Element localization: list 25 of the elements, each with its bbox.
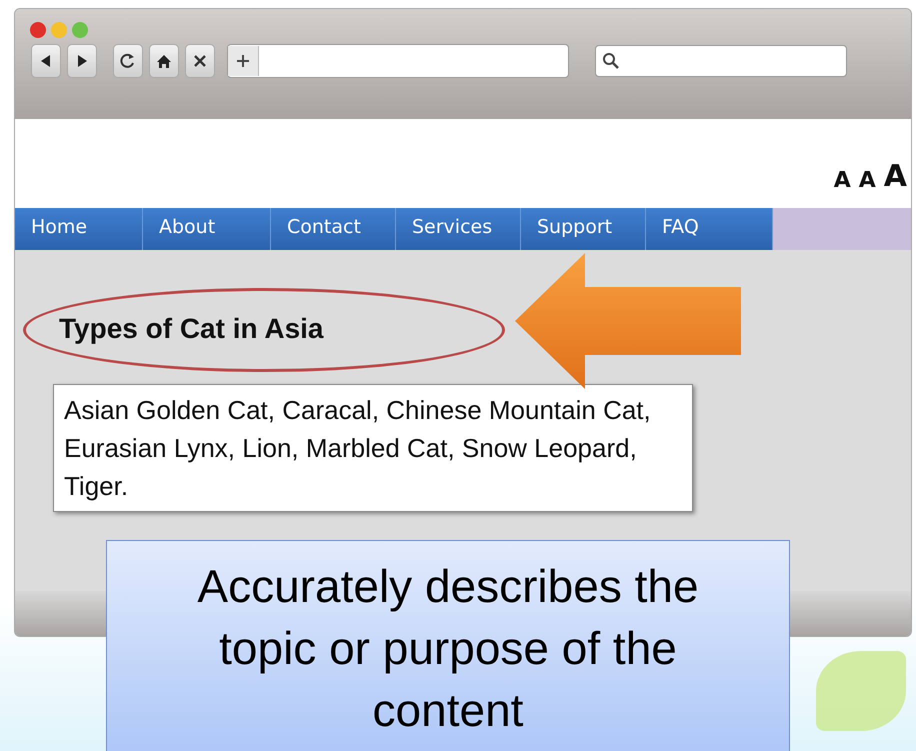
nav-tab[interactable]: Home	[15, 208, 143, 250]
close-light-icon[interactable]	[30, 22, 46, 38]
home-icon	[156, 53, 172, 69]
address-field[interactable]	[227, 44, 569, 78]
reload-button[interactable]	[113, 44, 143, 78]
text-size-button[interactable]: A	[834, 170, 851, 192]
nav-tab[interactable]: Contact	[271, 208, 396, 250]
home-button[interactable]	[149, 44, 179, 78]
back-button[interactable]	[31, 44, 61, 78]
nav-tab[interactable]: FAQ	[646, 208, 773, 250]
nav-tab[interactable]: About	[143, 208, 271, 250]
close-tab-button[interactable]	[185, 44, 215, 78]
reload-icon	[120, 52, 136, 70]
text-size-button[interactable]: A	[858, 170, 876, 192]
description-text: Asian Golden Cat, Caracal, Chinese Mountain Cat, Eurasian Lynx, Lion, Marbled Cat, Snow Leopard, Tiger.	[53, 384, 693, 512]
search-icon	[602, 52, 620, 70]
nav-tab[interactable]: Support	[521, 208, 646, 250]
add-icon[interactable]	[228, 46, 259, 76]
search-field[interactable]	[595, 45, 847, 77]
close-icon	[192, 53, 208, 69]
page-heading: Types of Cat in Asia	[59, 313, 324, 345]
forward-button[interactable]	[67, 44, 97, 78]
nav-tab[interactable]: Services	[396, 208, 521, 250]
callout-text: Accurately describes the topic or purpose of the content	[196, 559, 700, 738]
text-size-button[interactable]: A	[884, 162, 907, 192]
